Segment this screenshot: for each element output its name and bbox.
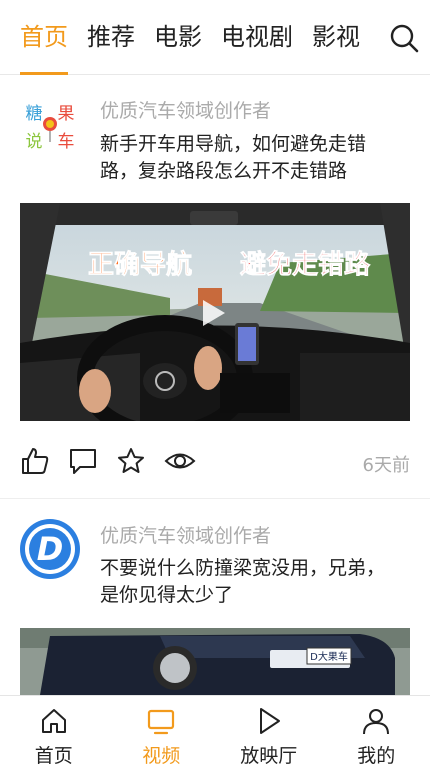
comment-button[interactable]	[68, 446, 98, 476]
post-time: 6天前	[362, 455, 410, 476]
favorite-button[interactable]	[116, 446, 146, 476]
tab-home[interactable]: 首页	[20, 20, 68, 54]
tab-tv-series[interactable]: 电视剧	[221, 20, 293, 54]
category-tabs: 首页 推荐 电影 电视剧 影视	[20, 20, 379, 54]
author-name[interactable]: 优质汽车领域创作者	[100, 96, 271, 123]
active-tab-indicator	[20, 72, 68, 75]
view-icon	[164, 453, 196, 469]
svg-text:车: 车	[58, 132, 75, 152]
top-tab-bar: 首页 推荐 电影 电视剧 影视	[0, 0, 430, 75]
nav-profile[interactable]: 我的	[323, 696, 430, 775]
svg-text:D: D	[37, 530, 64, 568]
svg-text:说: 说	[26, 132, 43, 152]
nav-cinema-label: 放映厅	[240, 745, 298, 767]
play-icon	[259, 708, 280, 734]
nav-video[interactable]: 视频	[108, 696, 216, 775]
video-thumbnail[interactable]: D大果车	[20, 628, 410, 695]
video-title[interactable]: 不要说什么防撞梁宽没用，兄弟，是你见得太少了	[100, 555, 400, 609]
tab-movies[interactable]: 电影	[154, 20, 202, 54]
thumbnail-caption-left: 正确导航	[88, 249, 192, 280]
home-icon	[41, 709, 66, 733]
feed-card[interactable]: 糖 果 说 车 优质汽车领域创作者 新手开车用导航，如何避免走错路，复杂路段怎么…	[0, 76, 430, 499]
bottom-nav: 首页 视频 放映厅 我的	[0, 695, 430, 775]
views-button[interactable]	[164, 446, 196, 476]
nav-video-label: 视频	[142, 745, 181, 767]
like-icon	[22, 448, 49, 474]
tab-film-tv[interactable]: 影视	[312, 20, 360, 54]
card-actions: 6天前	[20, 446, 410, 480]
svg-text:糖: 糖	[26, 104, 43, 124]
user-icon	[363, 709, 390, 735]
svg-text:果: 果	[58, 104, 75, 124]
nav-cinema[interactable]: 放映厅	[215, 696, 323, 775]
nav-home[interactable]: 首页	[0, 696, 108, 775]
author-avatar[interactable]: 糖 果 说 车	[20, 94, 80, 154]
tab-recommend[interactable]: 推荐	[87, 20, 135, 54]
author-name[interactable]: 优质汽车领域创作者	[100, 521, 271, 548]
video-thumbnail[interactable]: 正确导航 避免走错路	[20, 203, 410, 421]
nav-profile-label: 我的	[357, 745, 396, 767]
search-button[interactable]	[388, 22, 420, 54]
plate-text: D大果车	[310, 650, 348, 663]
video-icon	[148, 709, 175, 735]
nav-home-label: 首页	[34, 745, 73, 767]
video-title[interactable]: 新手开车用导航，如何避免走错路，复杂路段怎么开不走错路	[100, 131, 400, 185]
comment-icon	[70, 449, 96, 474]
avatar-logo: D	[20, 519, 80, 579]
author-avatar[interactable]: D	[20, 519, 80, 579]
star-icon	[118, 448, 144, 473]
search-icon	[390, 24, 419, 53]
video-feed: 糖 果 说 车 优质汽车领域创作者 新手开车用导航，如何避免走错路，复杂路段怎么…	[0, 76, 430, 695]
like-button[interactable]	[20, 446, 50, 476]
avatar-logo: 糖 果 说 车	[20, 94, 80, 154]
thumbnail-caption-right: 避免走错路	[240, 249, 371, 280]
